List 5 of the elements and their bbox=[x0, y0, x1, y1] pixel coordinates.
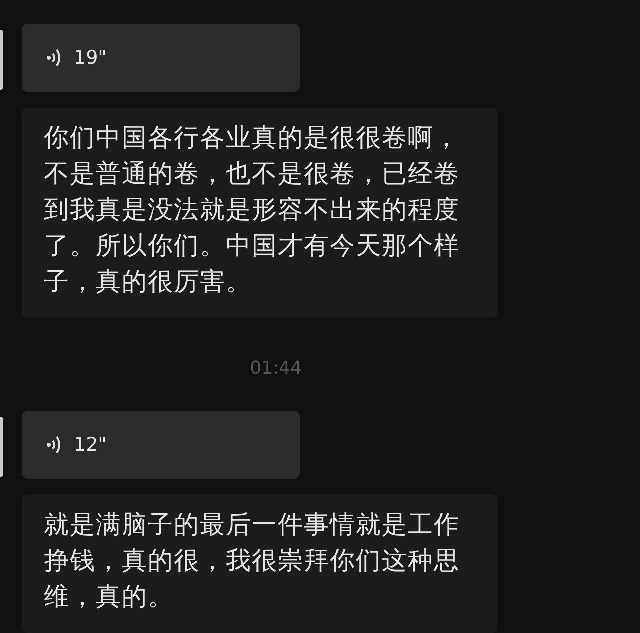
voice-message[interactable]: 12" bbox=[22, 411, 300, 479]
message-text: 你们中国各行各业真的是很很卷啊，不是普通的卷，也不是很卷，已经卷到我真是没法就是形容不出来的程度了。所以你们。中国才有今天那个样子，真的很厉害。 bbox=[22, 108, 498, 318]
voice-message[interactable]: 19" bbox=[22, 24, 300, 92]
message-text: 就是满脑子的最后一件事情就是工作挣钱，真的很，我很崇拜你们这种思维，真的。 bbox=[22, 495, 498, 633]
timestamp: 01:44 bbox=[249, 358, 303, 379]
